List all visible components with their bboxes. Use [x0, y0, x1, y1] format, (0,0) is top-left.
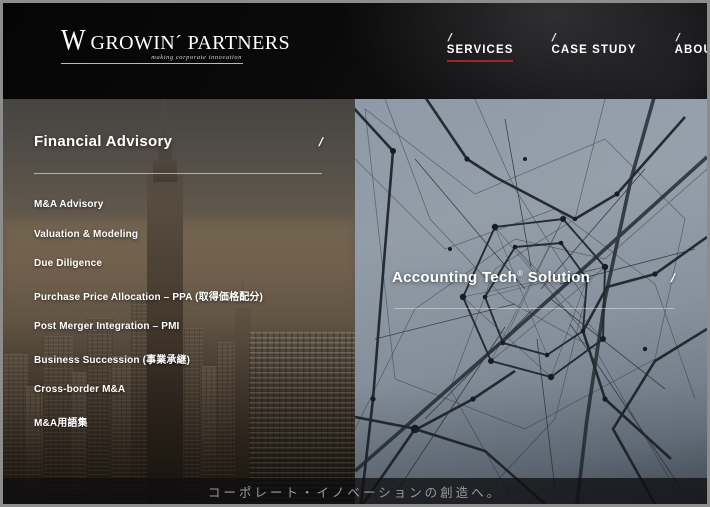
nav-active-underline [446, 60, 514, 62]
logo-monogram-icon: W [61, 23, 86, 57]
list-item[interactable]: Post Merger Integration – PMI [34, 321, 335, 332]
split-panels: Financial Advisory / M&A Advisory Valuat… [3, 99, 707, 504]
list-item[interactable]: M&A用語集 [34, 414, 335, 429]
logo-tagline: making corporate innovation [151, 54, 242, 62]
slash-icon[interactable]: / [670, 271, 675, 285]
slash-icon[interactable]: / [318, 135, 323, 149]
panel-title: Financial Advisory [34, 133, 173, 150]
nav-item-about[interactable]: / ABOUT [674, 32, 707, 62]
panel-title: Accounting Tech® Solution [392, 269, 591, 286]
list-item[interactable]: Business Succession (事業承継) [34, 351, 335, 366]
panel-left-title-row: Financial Advisory / [34, 133, 323, 150]
nav-active-underline [551, 60, 636, 62]
logo-wordmark: GROWIN´ PARTNERS [90, 32, 291, 55]
nav-label: CASE STUDY [551, 44, 637, 56]
panel-divider [34, 173, 322, 174]
site-logo[interactable]: W GROWIN´ PARTNERS making corporate inno… [61, 23, 290, 65]
list-item[interactable]: Due Diligence [34, 258, 335, 269]
slash-icon: / [675, 32, 680, 44]
slash-icon: / [551, 32, 557, 44]
logo-underline-rule [61, 63, 243, 65]
site-tagline: コーポレート・イノベーションの創造へ。 [207, 484, 503, 500]
bottom-tagline-bar: コーポレート・イノベーションの創造へ。 [3, 478, 707, 504]
nav-item-case-study[interactable]: / CASE STUDY [551, 32, 637, 62]
site-header: W GROWIN´ PARTNERS making corporate inno… [3, 3, 707, 99]
nav-label: SERVICES [446, 44, 514, 56]
list-item[interactable]: Cross-border M&A [34, 384, 335, 395]
list-item[interactable]: M&A Advisory [34, 199, 335, 210]
panel-left-content: Financial Advisory / M&A Advisory Valuat… [3, 99, 355, 504]
service-list: M&A Advisory Valuation & Modeling Due Di… [34, 199, 335, 447]
nav-active-underline [675, 60, 707, 62]
slash-icon: / [447, 32, 452, 44]
browser-viewport: W GROWIN´ PARTNERS making corporate inno… [0, 0, 710, 507]
logo-row: W GROWIN´ PARTNERS [61, 23, 290, 57]
panel-financial-advisory[interactable]: Financial Advisory / M&A Advisory Valuat… [3, 99, 355, 504]
panel-divider [394, 308, 674, 309]
list-item[interactable]: Valuation & Modeling [34, 229, 335, 240]
main-navigation: / SERVICES / CASE STUDY / ABOUT [446, 32, 707, 62]
list-item[interactable]: Purchase Price Allocation – PPA (取得価格配分) [34, 288, 335, 303]
panel-right-title-row: Accounting Tech® Solution / [392, 269, 675, 286]
panel-right-content: Accounting Tech® Solution / [355, 99, 707, 504]
panel-accounting-tech-solution[interactable]: Accounting Tech® Solution / [355, 99, 707, 504]
nav-label: ABOUT [674, 44, 707, 56]
nav-item-services[interactable]: / SERVICES [446, 32, 514, 62]
